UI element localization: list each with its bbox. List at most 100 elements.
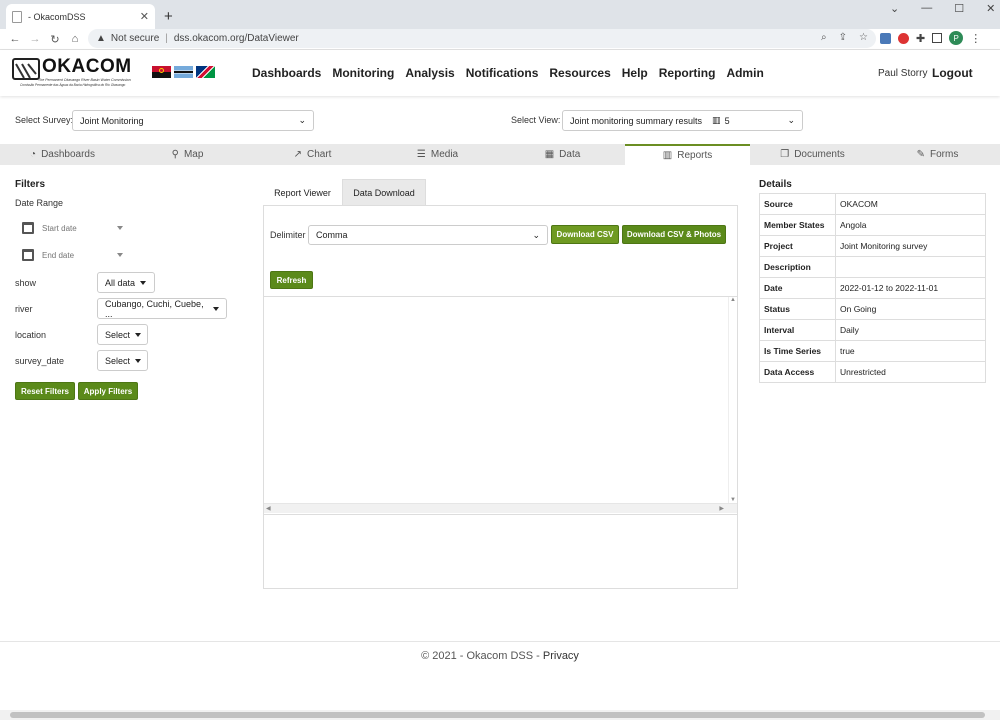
scrollbar-thumb[interactable] xyxy=(10,712,985,718)
download-csv-photos-button[interactable]: Download CSV & Photos xyxy=(622,225,726,244)
view-select[interactable]: Joint monitoring summary results ▥ 5 ⌄ xyxy=(562,110,803,131)
avatar[interactable]: P xyxy=(949,31,964,45)
privacy-link[interactable]: Privacy xyxy=(543,650,579,662)
river-filter-label: river xyxy=(15,304,33,314)
subtab-report-viewer[interactable]: Report Viewer xyxy=(263,180,342,205)
page-horizontal-scrollbar[interactable] xyxy=(0,710,1000,720)
tab-media[interactable]: ☰ Media xyxy=(375,144,500,165)
tab-documents[interactable]: ❐ Documents xyxy=(750,144,875,165)
horizontal-scrollbar[interactable]: ◀ ▶ xyxy=(264,503,737,513)
vertical-scrollbar[interactable]: ▲ ▼ xyxy=(728,297,737,503)
scroll-up-icon[interactable]: ▲ xyxy=(730,297,736,303)
close-tab-icon[interactable]: ✕ xyxy=(140,10,149,23)
forward-icon[interactable]: → xyxy=(27,31,43,47)
details-row: Data Access Unrestricted xyxy=(759,361,986,383)
tab-media-label: Media xyxy=(430,149,459,160)
delimiter-select[interactable]: Comma ⌄ xyxy=(308,225,548,245)
bar-chart-icon: ▥ xyxy=(712,115,721,125)
tab-forms[interactable]: ✎ Forms xyxy=(875,144,1000,165)
show-filter-dropdown[interactable]: All data xyxy=(97,272,155,293)
survey-select[interactable]: Joint Monitoring ⌄ xyxy=(72,110,314,131)
extension-red-icon[interactable] xyxy=(898,32,909,44)
brand-tagline-pt: Comissão Permanente das Águas da Bacia H… xyxy=(20,83,126,87)
nav-resources[interactable]: Resources xyxy=(549,66,610,80)
output-area[interactable] xyxy=(264,296,737,514)
tab-forms-label: Forms xyxy=(930,149,959,160)
new-tab-button[interactable]: + xyxy=(164,8,173,25)
nav-reporting[interactable]: Reporting xyxy=(659,66,716,80)
minimize-icon[interactable]: — xyxy=(921,2,932,15)
chevron-down-icon[interactable]: ⌄ xyxy=(890,2,899,15)
nav-analysis[interactable]: Analysis xyxy=(405,66,454,80)
details-row: Status On Going xyxy=(759,298,986,320)
maximize-icon[interactable]: ☐ xyxy=(954,2,964,15)
refresh-button[interactable]: Refresh xyxy=(270,271,313,289)
puzzle-icon[interactable]: ✚ xyxy=(916,32,925,45)
close-window-icon[interactable]: ✕ xyxy=(986,2,995,15)
survey-date-filter-dropdown[interactable]: Select xyxy=(97,350,148,371)
back-icon[interactable]: ← xyxy=(7,31,23,47)
page-favicon-icon xyxy=(12,10,22,23)
scroll-left-icon[interactable]: ◀ xyxy=(266,505,271,512)
river-filter-dropdown[interactable]: Cubango, Cuchi, Cuebe, ... xyxy=(97,298,227,319)
select-survey-label: Select Survey: xyxy=(15,115,74,125)
end-date-field[interactable] xyxy=(22,246,132,264)
logout-link[interactable]: Logout xyxy=(932,66,973,80)
nav-monitoring[interactable]: Monitoring xyxy=(332,66,394,80)
apply-filters-button[interactable]: Apply Filters xyxy=(78,382,138,400)
subtab-data-download[interactable]: Data Download xyxy=(342,179,426,205)
details-value xyxy=(835,256,986,278)
nav-dashboards[interactable]: Dashboards xyxy=(252,66,321,80)
select-view-label: Select View: xyxy=(511,115,561,125)
start-date-field[interactable] xyxy=(22,219,132,237)
survey-date-filter-value: Select xyxy=(105,355,131,366)
chevron-down-icon: ⌄ xyxy=(532,229,540,240)
tab-chart[interactable]: ↗ Chart xyxy=(250,144,375,165)
browser-tab[interactable]: - OkacomDSS ✕ xyxy=(6,4,155,29)
brand-tagline-en: The Permanent Okavango River Basin Water… xyxy=(38,78,131,82)
logo[interactable]: OKACOM The Permanent Okavango River Basi… xyxy=(12,56,142,88)
tab-chart-label: Chart xyxy=(306,149,332,160)
start-date-input[interactable] xyxy=(42,223,112,233)
tab-map[interactable]: ⚲ Map xyxy=(125,144,250,165)
download-csv-button[interactable]: Download CSV xyxy=(551,225,619,244)
location-filter-dropdown[interactable]: Select xyxy=(97,324,148,345)
sidebar-icon[interactable] xyxy=(932,33,943,43)
extensions-bar: ✚ P ⋮ xyxy=(880,31,981,45)
nav-admin[interactable]: Admin xyxy=(726,66,763,80)
reset-filters-button[interactable]: Reset Filters xyxy=(15,382,75,400)
details-value: Unrestricted xyxy=(835,361,986,383)
caret-down-icon xyxy=(135,358,142,363)
user-name[interactable]: Paul Storry xyxy=(878,68,927,79)
tab-documents-label: Documents xyxy=(794,149,845,160)
more-options-icon[interactable]: ⋮ xyxy=(970,32,981,45)
delimiter-label: Delimiter xyxy=(270,230,306,240)
location-filter-label: location xyxy=(15,330,47,340)
extension-icon[interactable] xyxy=(880,32,891,44)
tab-data[interactable]: ▦ Data xyxy=(500,144,625,165)
details-key: Source xyxy=(759,193,836,215)
okacom-logo-icon xyxy=(12,58,40,80)
star-icon[interactable]: ☆ xyxy=(859,32,868,43)
edit-icon: ✎ xyxy=(916,149,926,160)
home-icon[interactable]: ⌂ xyxy=(67,31,83,47)
footer: © 2021 - Okacom DSS - Privacy xyxy=(0,650,1000,662)
share-icon[interactable]: ⇪ xyxy=(839,32,847,43)
nav-notifications[interactable]: Notifications xyxy=(466,66,539,80)
details-table: Source OKACOM Member States Angola Project… xyxy=(759,193,986,383)
reload-icon[interactable]: ↻ xyxy=(47,31,63,47)
brand-name: OKACOM xyxy=(42,56,132,77)
main-tabs: ◔ Dashboards ⚲ Map ↗ Chart ☰ Media ▦ Data ▥ Re… xyxy=(0,144,1000,165)
member-flags xyxy=(152,66,215,78)
footer-copyright: © 2021 - Okacom DSS - xyxy=(421,650,543,662)
nav-help[interactable]: Help xyxy=(622,66,648,80)
tab-dashboards[interactable]: ◔ Dashboards xyxy=(0,144,125,165)
address-bar[interactable]: ▲ Not secure | dss.okacom.org/DataViewer… xyxy=(88,29,876,48)
tab-reports[interactable]: ▥ Reports xyxy=(625,144,750,165)
scroll-right-icon[interactable]: ▶ xyxy=(719,505,724,512)
zoom-icon[interactable]: ⌕ xyxy=(821,32,827,43)
end-date-input[interactable] xyxy=(42,250,112,260)
details-key: Data Access xyxy=(759,361,836,383)
documents-icon: ❐ xyxy=(780,149,790,160)
caret-down-icon xyxy=(213,306,219,311)
